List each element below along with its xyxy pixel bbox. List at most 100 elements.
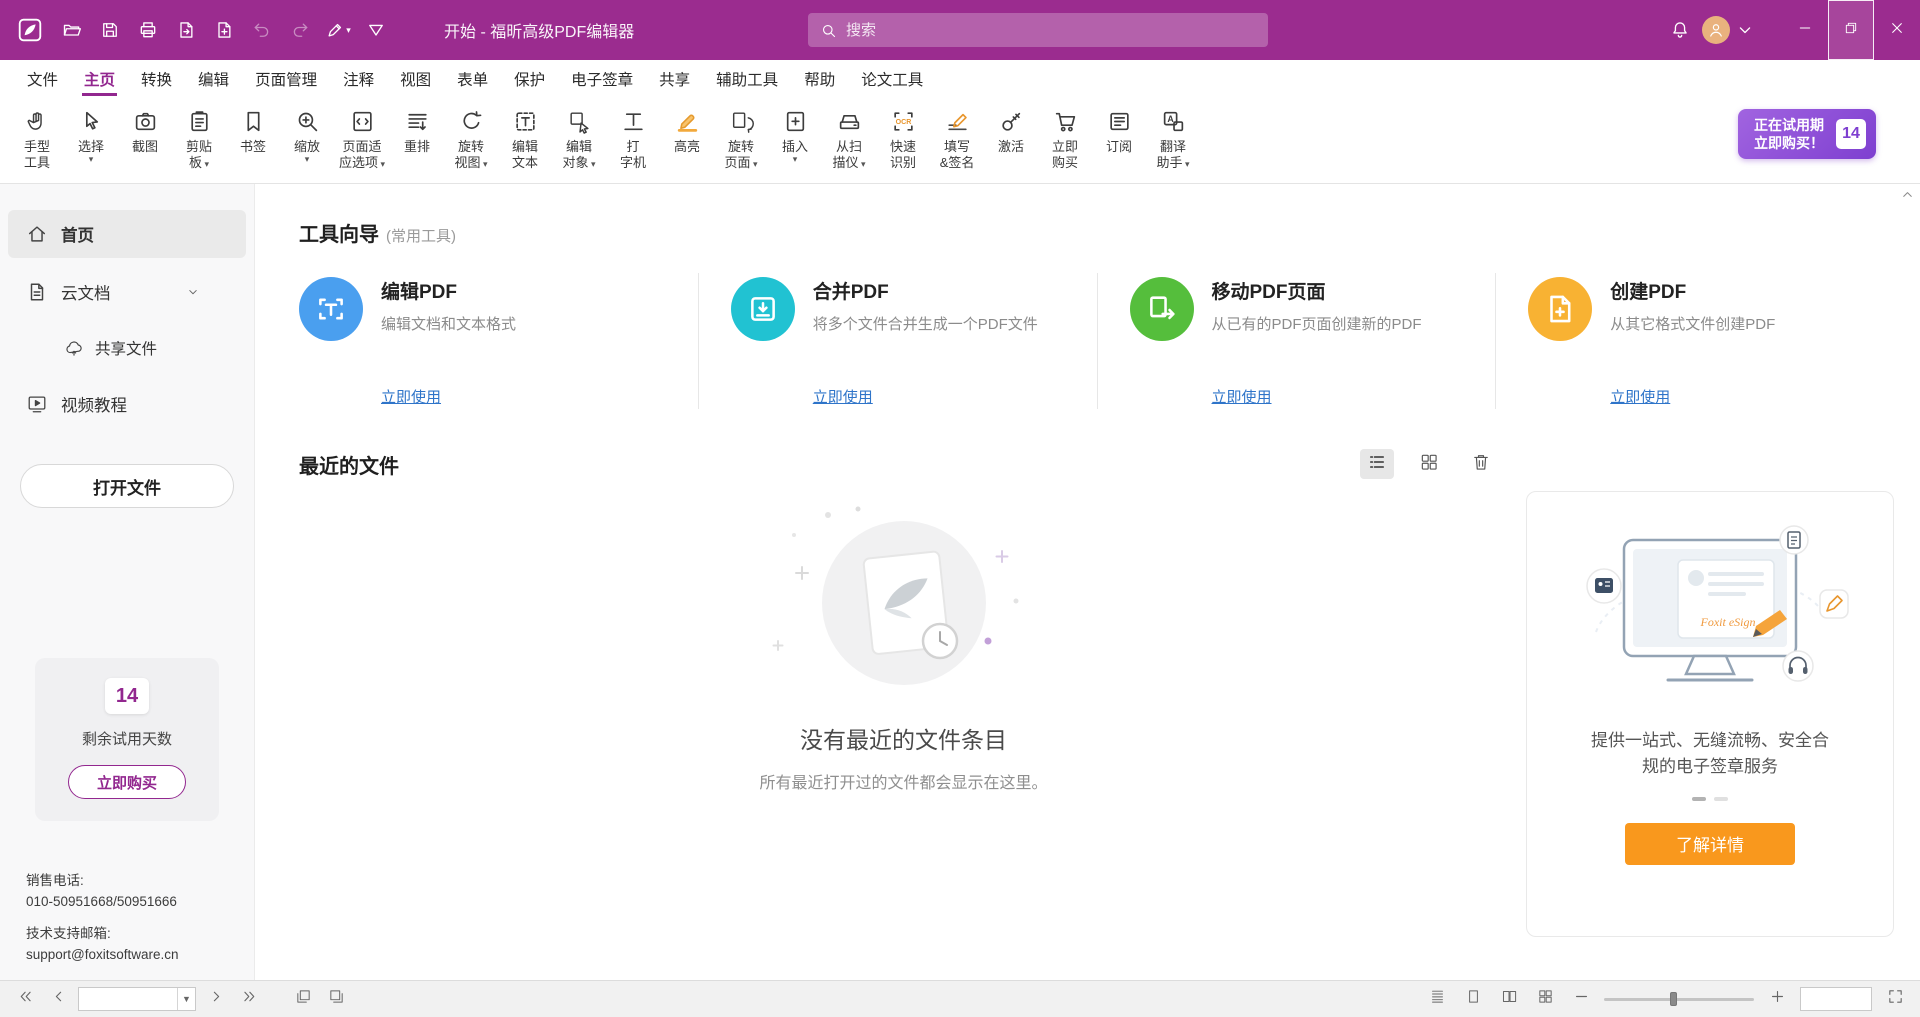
menu-tab-protect[interactable]: 保护 [501,60,558,98]
scroll-up-icon[interactable] [1900,187,1915,202]
ribbon-edit-text-button[interactable]: 编辑文本 [498,105,552,173]
ribbon-buy-now-button[interactable]: 立即购买 [1038,105,1092,173]
zoom-percent-input[interactable] [1801,988,1871,1010]
avatar[interactable] [1702,16,1730,44]
menu-tab-view[interactable]: 视图 [387,60,444,98]
menu-tab-home[interactable]: 主页 [71,60,128,98]
learn-more-button[interactable]: 了解详情 [1625,823,1795,865]
ribbon-edit-object-button[interactable]: 编辑对象 ▾ [552,105,606,173]
menu-tab-share[interactable]: 共享 [646,60,703,98]
ribbon-activate-button[interactable]: 激活 [984,105,1038,173]
trial-badge[interactable]: 正在试用期 立即购买！ 14 [1738,109,1876,159]
continuous-view-button[interactable] [1424,986,1450,1012]
open-file-button[interactable] [54,12,90,48]
global-search[interactable] [808,13,1268,47]
ribbon-zoom-button[interactable]: 缩放▾ [280,105,334,173]
sidebar-item-video-tutorials[interactable]: 视频教程 [8,380,246,428]
menu-tab-file[interactable]: 文件 [14,60,71,98]
ribbon-insert-button[interactable]: 插入▾ [768,105,822,173]
sidebar-item-home[interactable]: 首页 [8,210,246,258]
support-email[interactable]: support@foxitsoftware.cn [26,944,240,966]
sidebar-item-shared-files[interactable]: 共享文件 [8,326,246,370]
ribbon-translate-assistant-button[interactable]: A翻译助手 ▾ [1146,105,1200,173]
ribbon-reflow-button[interactable]: 重排 [390,105,444,173]
notifications-button[interactable] [1662,12,1698,48]
clear-recent-button[interactable] [1464,449,1498,479]
single-page-view-button[interactable] [1460,986,1486,1012]
close-button[interactable] [1874,0,1920,60]
fullscreen-button[interactable] [1882,986,1908,1012]
ribbon-select-button[interactable]: 选择▾ [64,105,118,173]
ribbon-subscribe-button[interactable]: 订阅 [1092,105,1146,173]
zoom-slider[interactable] [1604,989,1754,1009]
carousel-dot[interactable] [1714,797,1728,801]
zoom-out-button[interactable] [1568,986,1594,1012]
minimize-button[interactable] [1782,0,1828,60]
menu-tab-help[interactable]: 帮助 [791,60,848,98]
menu-tab-convert[interactable]: 转换 [128,60,185,98]
sidebar-nav: 首页云文档共享文件视频教程 [0,210,254,428]
menu-tab-paper-tools[interactable]: 论文工具 [848,60,936,98]
sidebar-item-cloud-docs[interactable]: 云文档 [8,268,246,316]
ribbon-from-scanner-button[interactable]: 从扫描仪 ▾ [822,105,876,173]
next-page-button[interactable] [203,986,229,1012]
edit-object-icon [567,106,592,136]
zoom-slider-track[interactable] [1604,998,1754,1001]
print-button[interactable] [130,12,166,48]
ribbon-quick-ocr-button[interactable]: OCR快速识别 [876,105,930,173]
export-pdf-button[interactable] [168,12,204,48]
undo-button[interactable] [244,12,280,48]
list-view-button[interactable] [1360,449,1394,479]
carousel-dots[interactable] [1692,797,1728,801]
quad-view-icon [1537,988,1554,1010]
prev-page-button[interactable] [45,986,71,1012]
tool-card-action-link[interactable]: 立即使用 [813,386,873,409]
save-button[interactable] [92,12,128,48]
prev-view-button[interactable] [290,986,316,1012]
tool-card-action-link[interactable]: 立即使用 [1212,386,1272,409]
ribbon-highlight-button[interactable]: 高亮 [660,105,714,173]
page-number-input[interactable] [79,988,177,1010]
zoom-percent-box[interactable] [1800,987,1872,1011]
create-pdf-button[interactable] [206,12,242,48]
ribbon-fit-options-button[interactable]: 页面适应选项 ▾ [334,105,390,173]
quad-view-button[interactable] [1532,986,1558,1012]
menu-tab-edit[interactable]: 编辑 [185,60,242,98]
menu-tab-comment[interactable]: 注释 [330,60,387,98]
page-number-box[interactable]: ▼ [78,987,196,1011]
zoom-in-button[interactable] [1764,986,1790,1012]
redo-button[interactable] [282,12,318,48]
last-page-button[interactable] [236,986,262,1012]
facing-view-button[interactable] [1496,986,1522,1012]
menu-tab-esign[interactable]: 电子签章 [558,60,646,98]
ribbon-snapshot-button[interactable]: 截图 [118,105,172,173]
ribbon-bookmark-button[interactable]: 书签 [226,105,280,173]
ribbon-clipboard-button[interactable]: 剪贴板 ▾ [172,105,226,173]
first-page-button[interactable] [12,986,38,1012]
zoom-slider-thumb[interactable] [1670,992,1677,1006]
tool-card-action-link[interactable]: 立即使用 [1610,386,1670,409]
tool-card-action-link[interactable]: 立即使用 [381,386,441,409]
next-view-button[interactable] [323,986,349,1012]
ribbon-typewriter-button[interactable]: 打字机 [606,105,660,173]
ribbon-rotate-pages-button[interactable]: 旋转页面 ▾ [714,105,768,173]
menu-tab-form[interactable]: 表单 [444,60,501,98]
carousel-dot-active[interactable] [1692,797,1706,801]
ribbon-hand-tool-button[interactable]: 手型工具 [10,105,64,173]
account-menu-button[interactable] [1734,12,1756,48]
chevron-down-icon[interactable] [186,285,200,299]
customize-quick-access-button[interactable] [358,12,394,48]
grid-view-button[interactable] [1412,449,1446,479]
restore-button[interactable] [1828,0,1874,60]
menu-tab-organize[interactable]: 页面管理 [242,60,330,98]
buy-now-button[interactable]: 立即购买 [68,765,186,799]
search-input[interactable] [846,22,1256,39]
esign-tools-button[interactable]: ▾ [320,12,356,48]
ribbon-rotate-view-button[interactable]: 旋转视图 ▾ [444,105,498,173]
chevron-down-icon[interactable]: ▼ [177,988,195,1010]
open-file-button[interactable]: 打开文件 [20,464,234,508]
facing-view-icon [1501,988,1518,1010]
menu-tab-accessibility[interactable]: 辅助工具 [703,60,791,98]
main-panel: 工具向导 (常用工具) 编辑PDF编辑文档和文本格式立即使用合并PDF将多个文件… [255,184,1920,980]
ribbon-fill-sign-button[interactable]: 填写&签名 [930,105,984,173]
